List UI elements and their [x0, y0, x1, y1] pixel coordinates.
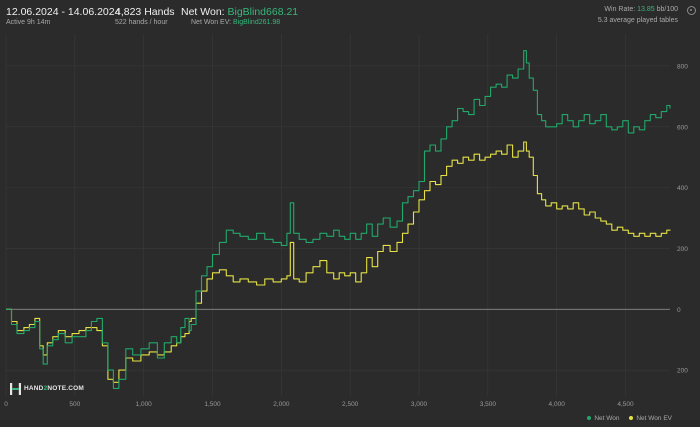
logo-text-1: HAND: [24, 385, 44, 392]
series-net-won-ev: [6, 141, 671, 383]
x-tick-label: 1,000: [136, 401, 153, 408]
y-tick-label: 200: [677, 368, 688, 375]
y-tick-label: 600: [677, 124, 688, 131]
legend-label-net-won-ev: Net Won EV: [636, 415, 672, 422]
x-tick-labels: 0 500 1,000 1,500 2,000 2,500 3,000 3,500 4,000 4…: [4, 401, 634, 408]
logo-text-3: NOTE.COM: [47, 385, 85, 392]
y-tick-label: 0: [677, 307, 681, 314]
hand2note-logo-text: HAND2NOTE.COM: [24, 385, 84, 392]
legend-dot-net-won-ev: [629, 416, 634, 421]
x-tick-label: 3,500: [480, 401, 497, 408]
chart-legend: Net Won Net Won EV: [579, 415, 672, 422]
x-tick-label: 4,000: [549, 401, 566, 408]
y-tick-label: 200: [677, 246, 688, 253]
series-layer: [6, 50, 671, 389]
legend-dot-net-won: [587, 416, 592, 421]
y-tick-label: 800: [677, 63, 688, 70]
y-tick-label: 400: [677, 185, 688, 192]
x-tick-label: 4,500: [617, 401, 634, 408]
series-net-won: [6, 50, 671, 389]
x-tick-label: 2,500: [342, 401, 359, 408]
y-tick-labels: 800 600 400 200 0 200: [677, 63, 688, 374]
x-tick-label: 3,000: [411, 401, 428, 408]
legend-item-net-won[interactable]: Net Won: [587, 415, 620, 422]
hand2note-logo-icon: [10, 383, 21, 395]
legend-item-net-won-ev[interactable]: Net Won EV: [629, 415, 672, 422]
net-won-chart: 800 600 400 200 0 200 0 500 1,000 1,500 2,000 2,50…: [4, 34, 688, 408]
x-tick-label: 0: [4, 401, 8, 408]
legend-label-net-won: Net Won: [594, 415, 620, 422]
grid: [5, 34, 670, 396]
x-tick-label: 500: [69, 401, 80, 408]
x-tick-label: 2,000: [273, 401, 290, 408]
x-tick-label: 1,500: [204, 401, 221, 408]
